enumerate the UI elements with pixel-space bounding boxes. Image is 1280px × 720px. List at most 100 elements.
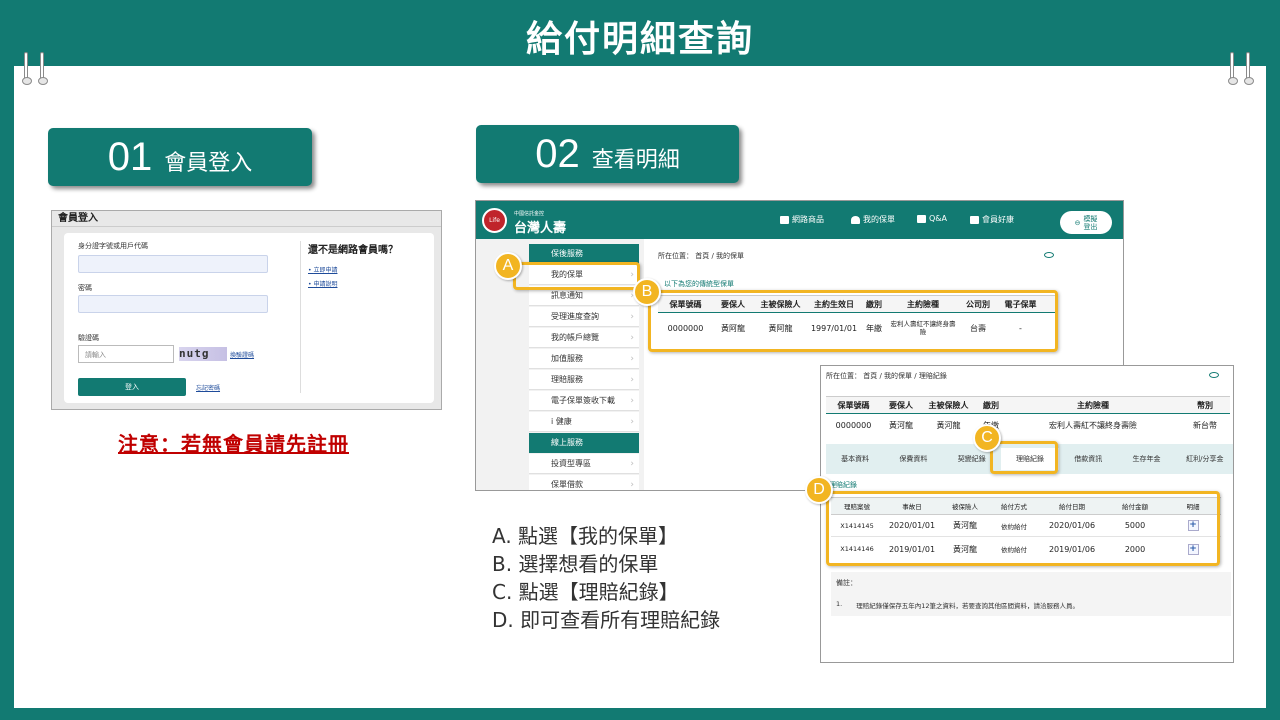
- claims-policy-row: 0000000 黃河龍 黃河龍 年繳 宏利人壽紅不讓終身壽險 新台幣: [826, 414, 1230, 436]
- register-guide-link[interactable]: • 申請說明: [308, 279, 337, 288]
- cell: 0000000: [835, 420, 872, 430]
- password-input[interactable]: [78, 295, 268, 313]
- nav-online-products[interactable]: 網路商品: [780, 214, 824, 225]
- step-label: 查看明細: [591, 148, 680, 173]
- column-header: 要保人: [889, 400, 913, 410]
- sidebar-header-post-service[interactable]: 保後服務: [529, 244, 639, 264]
- tab-annuity[interactable]: 生存年金: [1117, 454, 1175, 464]
- sidebar-label: 電子保單簽收下載: [551, 396, 615, 405]
- sidebar-label: 投資型專區: [551, 459, 591, 468]
- register-link[interactable]: • 立即申請: [308, 265, 337, 274]
- chevron-right-icon: ›: [630, 375, 634, 385]
- brand-name: 台灣人壽: [514, 221, 567, 236]
- remarks-index: 1.: [836, 600, 843, 608]
- chevron-right-icon: ›: [630, 459, 634, 469]
- tab-premium[interactable]: 保費資料: [884, 454, 942, 464]
- eye-icon[interactable]: [1209, 372, 1219, 378]
- column-header: 主被保險人: [928, 400, 969, 410]
- captcha-label: 驗證碼: [78, 334, 99, 342]
- remarks-text: 1. 理賠紀錄僅保存五年內12筆之資料，若要查詢其他區間資料，請洽服務人員。: [836, 600, 1226, 610]
- instruction-d: D. 即可查看所有理賠紀錄: [492, 608, 721, 632]
- chevron-right-icon: ›: [630, 417, 634, 427]
- step-2-box: 02 查看明細: [476, 125, 739, 183]
- login-button[interactable]: 登入: [78, 378, 186, 396]
- forgot-password-link[interactable]: 忘記密碼: [196, 383, 220, 392]
- cell: 新台幣: [1193, 420, 1217, 430]
- column-header: 保單號碼: [837, 400, 870, 410]
- binder-clip: [1244, 52, 1254, 85]
- cell: 黃河龍: [889, 420, 913, 430]
- section-title: 理賠紀錄: [829, 481, 857, 489]
- tab-basic-info[interactable]: 基本資料: [826, 454, 884, 464]
- captcha-image: nutg: [179, 347, 227, 361]
- nav-qa[interactable]: Q&A: [917, 214, 947, 223]
- user-icon: [851, 215, 860, 224]
- sidebar-item-investment[interactable]: 投資型專區 ›: [529, 454, 639, 474]
- sidebar-item-e-policy[interactable]: 電子保單簽收下載 ›: [529, 391, 639, 411]
- sidebar-label: i 健康: [551, 417, 572, 426]
- sidebar-item-loan[interactable]: 保單借款 ›: [529, 475, 639, 490]
- claims-policy-header: 保單號碼 要保人 主被保險人 繳別 主約險種 幣別: [826, 396, 1230, 414]
- company-logo: Life: [482, 208, 507, 233]
- logout-icon: ⊖: [1074, 218, 1081, 227]
- binder-clip: [1228, 52, 1238, 85]
- register-notice: 注意：若無會員請先註冊: [118, 432, 349, 456]
- chat-icon: [917, 214, 926, 223]
- logout-label: 模擬 登出: [1083, 215, 1097, 231]
- instruction-c: C. 點選【理賠紀錄】: [492, 580, 679, 604]
- cell: 黃河龍: [936, 420, 961, 430]
- section-title: 以下為您的傳統型保單: [664, 280, 734, 288]
- gift-icon: [970, 215, 979, 224]
- captcha-input[interactable]: 請輸入: [78, 345, 174, 363]
- instruction-a: A. 點選【我的保單】: [492, 524, 679, 548]
- sidebar-label: 加值服務: [551, 354, 583, 363]
- chevron-right-icon: ›: [630, 312, 634, 322]
- sidebar-label: 保單借款: [551, 480, 583, 489]
- chevron-right-icon: ›: [630, 354, 634, 364]
- step-number: 02: [535, 131, 580, 176]
- binder-clip: [22, 52, 32, 85]
- logout-button[interactable]: ⊖ 模擬 登出: [1060, 211, 1112, 234]
- chevron-right-icon: ›: [630, 480, 634, 490]
- id-input[interactable]: [78, 255, 268, 273]
- highlight-claims-table: [826, 491, 1220, 566]
- badge-a: A: [494, 252, 522, 280]
- nav-label: 網路商品: [792, 215, 824, 224]
- instruction-b: B. 選擇想看的保單: [492, 552, 659, 576]
- step-1-box: 01 會員登入: [48, 128, 312, 186]
- sidebar-item-health[interactable]: i 健康 ›: [529, 412, 639, 432]
- step-number: 01: [107, 134, 153, 179]
- divider: [300, 241, 301, 393]
- login-card: 身分證字號或用戶代碼 密碼 驗證碼 請輸入 nutg 換驗證碼 登入 忘記密碼 …: [64, 233, 434, 403]
- nav-label: 我的保單: [863, 215, 895, 224]
- sidebar-item-value-added[interactable]: 加值服務 ›: [529, 349, 639, 369]
- remarks-box: 備註： 1. 理賠紀錄僅保存五年內12筆之資料，若要查詢其他區間資料，請洽服務人…: [831, 572, 1231, 616]
- highlight-claims-tab: [990, 441, 1058, 474]
- refresh-captcha-link[interactable]: 換驗證碼: [230, 350, 254, 359]
- badge-b: B: [633, 278, 661, 306]
- cart-icon: [780, 215, 789, 224]
- breadcrumb: 所在位置： 首頁 / 我的保單 / 理賠紀錄: [826, 372, 947, 380]
- breadcrumb: 所在位置： 首頁 / 我的保單: [658, 252, 745, 260]
- tab-dividend[interactable]: 紅利/分享金: [1176, 454, 1233, 464]
- id-label: 身分證字號或用戶代碼: [78, 242, 148, 250]
- remarks-title: 備註：: [836, 579, 857, 587]
- column-header: 繳別: [983, 400, 999, 410]
- register-heading: 還不是網路會員嗎？: [308, 245, 398, 256]
- eye-icon[interactable]: [1044, 252, 1054, 258]
- sidebar-header-online-service[interactable]: 線上服務: [529, 433, 639, 453]
- sidebar-item-claims[interactable]: 理賠服務 ›: [529, 370, 639, 390]
- sidebar-label: 我的帳戶總覽: [551, 333, 599, 342]
- login-panel: 會員登入 身分證字號或用戶代碼 密碼 驗證碼 請輸入 nutg 換驗證碼 登入 …: [51, 210, 442, 410]
- sidebar-item-progress[interactable]: 受理進度查詢 ›: [529, 307, 639, 327]
- nav-label: Q&A: [929, 214, 948, 223]
- column-header: 主約險種: [1077, 400, 1109, 410]
- badge-c: C: [973, 424, 1001, 452]
- nav-member-benefits[interactable]: 會員好康: [970, 214, 1014, 225]
- slide-title: 給付明細查詢: [525, 19, 754, 60]
- nav-my-policies[interactable]: 我的保單: [851, 214, 895, 225]
- remarks-content: 理賠紀錄僅保存五年內12筆之資料，若要查詢其他區間資料，請洽服務人員。: [856, 602, 1079, 610]
- sidebar-label: 理賠服務: [551, 375, 583, 384]
- sidebar-item-accounts[interactable]: 我的帳戶總覽 ›: [529, 328, 639, 348]
- tab-loan[interactable]: 借款資訊: [1059, 454, 1117, 464]
